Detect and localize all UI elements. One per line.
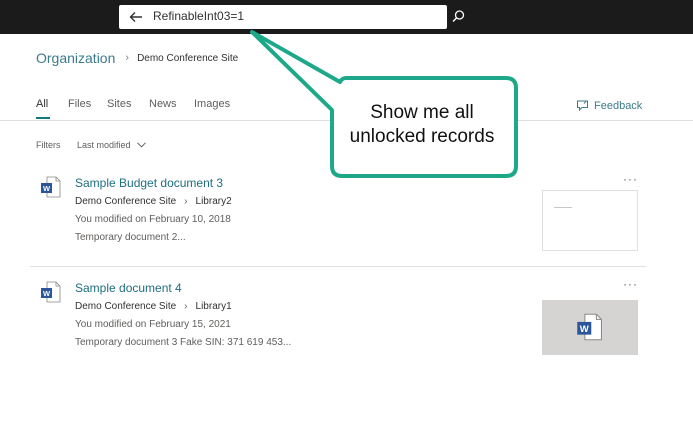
feedback-icon — [577, 100, 588, 112]
tab-news[interactable]: News — [149, 98, 177, 110]
result-library[interactable]: Library1 — [196, 301, 232, 312]
chevron-down-icon — [136, 142, 146, 148]
search-icon — [452, 10, 465, 22]
result-snippet: Temporary document 3 Fake SIN: 371 619 4… — [75, 337, 292, 348]
result-library[interactable]: Library2 — [196, 196, 232, 207]
document-thumbnail[interactable] — [542, 190, 638, 251]
chevron-right-icon: › — [184, 196, 188, 207]
result-divider — [30, 266, 646, 267]
result-title[interactable]: Sample document 4 — [75, 281, 182, 295]
breadcrumb-site[interactable]: Demo Conference Site — [137, 53, 238, 64]
document-thumbnail[interactable]: W — [542, 300, 638, 355]
filters-label: Filters — [36, 140, 61, 150]
feedback-button[interactable]: Feedback — [576, 99, 642, 112]
result-modified: You modified on February 15, 2021 — [75, 319, 231, 330]
svg-text:W: W — [43, 289, 51, 298]
last-modified-label: Last modified — [77, 140, 131, 150]
header-divider — [0, 120, 693, 121]
breadcrumb: Organization › Demo Conference Site — [36, 50, 238, 66]
callout-text: Show me all unlocked records — [332, 101, 512, 149]
more-options-button[interactable]: ··· — [623, 172, 638, 186]
search-input[interactable]: RefinableInt03=1 — [153, 9, 244, 23]
result-path: Demo Conference Site › Library2 — [75, 196, 232, 207]
word-document-icon: W — [40, 281, 62, 303]
search-button[interactable] — [447, 5, 470, 29]
result-item[interactable]: W Sample document 4 Demo Conference Site… — [30, 275, 646, 365]
tab-images[interactable]: Images — [194, 98, 230, 110]
top-bar: RefinableInt03=1 — [0, 0, 693, 34]
result-path: Demo Conference Site › Library1 — [75, 301, 232, 312]
word-document-icon: W — [577, 313, 602, 341]
active-tab-indicator — [36, 117, 50, 119]
svg-text:W: W — [580, 324, 589, 335]
result-title[interactable]: Sample Budget document 3 — [75, 176, 223, 190]
back-arrow-icon[interactable] — [127, 8, 145, 26]
result-modified: You modified on February 10, 2018 — [75, 214, 231, 225]
result-site[interactable]: Demo Conference Site — [75, 196, 176, 207]
tab-files[interactable]: Files — [68, 98, 91, 110]
result-site[interactable]: Demo Conference Site — [75, 301, 176, 312]
word-document-icon: W — [40, 176, 62, 198]
result-item[interactable]: W Sample Budget document 3 Demo Conferen… — [30, 170, 646, 266]
svg-text:W: W — [43, 184, 51, 193]
feedback-label: Feedback — [594, 99, 643, 112]
search-box[interactable]: RefinableInt03=1 — [119, 5, 447, 29]
tab-all[interactable]: All — [36, 98, 48, 110]
chevron-right-icon: › — [184, 301, 188, 312]
callout-line-2: unlocked records — [349, 126, 495, 147]
chevron-right-icon: › — [125, 52, 130, 64]
tab-sites[interactable]: Sites — [107, 98, 131, 110]
result-snippet: Temporary document 2... — [75, 232, 186, 243]
thumbnail-line — [554, 207, 572, 208]
more-options-button[interactable]: ··· — [623, 277, 638, 291]
last-modified-dropdown[interactable]: Last modified — [77, 140, 146, 150]
breadcrumb-organization[interactable]: Organization — [36, 50, 115, 66]
callout-line-1: Show me all — [370, 102, 474, 123]
